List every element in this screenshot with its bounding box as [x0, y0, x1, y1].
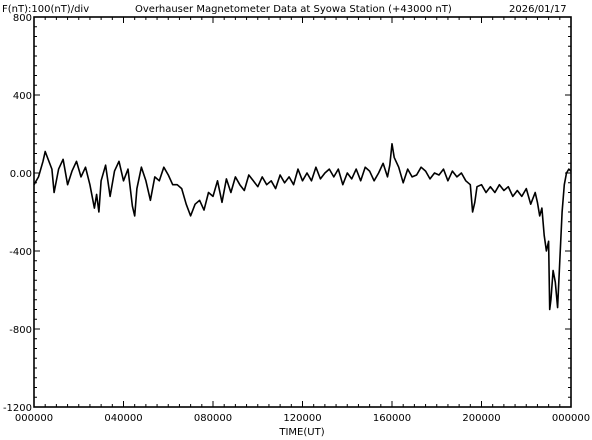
series-line-total-field	[33, 143, 572, 311]
x-axis-label: TIME(UT)	[278, 427, 324, 438]
y-tick-label: 800	[13, 13, 32, 24]
series-layer	[33, 143, 572, 311]
x-tick-label: 120000	[283, 413, 321, 424]
y-tick-label: 400	[13, 91, 32, 102]
x-tick-label: 080000	[194, 413, 232, 424]
y-tick-label: -800	[9, 325, 32, 336]
axes-layer: 8004000.00-400-800-1200000000 040000 08000…	[3, 13, 590, 424]
magnetometer-chart: F(nT):100(nT)/div Overhauser Magnetomete…	[2, 4, 590, 438]
x-tick-label: 000000	[15, 413, 53, 424]
y-tick-label: 0.00	[10, 169, 32, 180]
chart-title: Overhauser Magnetometer Data at Syowa St…	[135, 4, 452, 15]
plot-frame	[33, 16, 572, 408]
x-tick-label: 000000	[552, 413, 590, 424]
y-tick-label: -400	[9, 247, 32, 258]
x-tick-label: 160000	[373, 413, 411, 424]
x-tick-label: 040000	[104, 413, 142, 424]
x-tick-label: 200000	[462, 413, 500, 424]
chart-date: 2026/01/17	[509, 4, 567, 15]
